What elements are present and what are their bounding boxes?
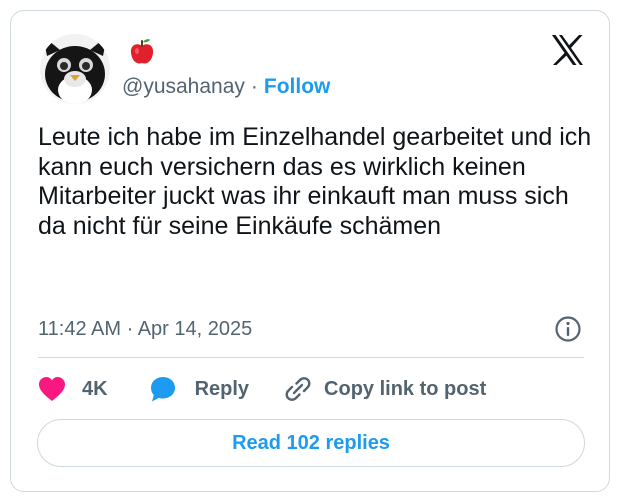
read-replies-button[interactable]: Read 102 replies xyxy=(37,419,585,467)
action-bar: 4K Reply Copy link to post xyxy=(38,372,486,406)
reply-label: Reply xyxy=(194,377,250,400)
tweet-embed-card: @yusahanay · Follow Leute ich habe im Einz… xyxy=(10,10,610,492)
heart-icon xyxy=(39,377,65,401)
reply-button[interactable]: Reply xyxy=(149,375,249,403)
separator-dot: · xyxy=(250,75,258,98)
copy-link-button[interactable]: Copy link to post xyxy=(285,376,486,402)
info-icon[interactable] xyxy=(554,315,582,343)
follow-button[interactable]: Follow xyxy=(264,75,331,98)
divider xyxy=(38,357,584,358)
tweet-text: Leute ich habe im Einzelhandel gearbeite… xyxy=(38,123,592,240)
author-line: @yusahanay · Follow xyxy=(122,73,330,101)
author-handle[interactable]: @yusahanay xyxy=(122,75,245,98)
reply-bubble-icon xyxy=(150,377,175,402)
x-logo-icon[interactable] xyxy=(551,35,584,65)
like-count: 4K xyxy=(82,377,108,400)
furby-avatar-icon xyxy=(40,34,110,104)
red-apple-icon xyxy=(130,39,154,64)
link-icon xyxy=(285,377,311,401)
avatar[interactable] xyxy=(40,34,110,104)
copy-link-label: Copy link to post xyxy=(324,377,487,400)
like-button[interactable]: 4K xyxy=(38,376,108,402)
timestamp[interactable]: 11:42 AM · Apr 14, 2025 xyxy=(38,315,252,343)
